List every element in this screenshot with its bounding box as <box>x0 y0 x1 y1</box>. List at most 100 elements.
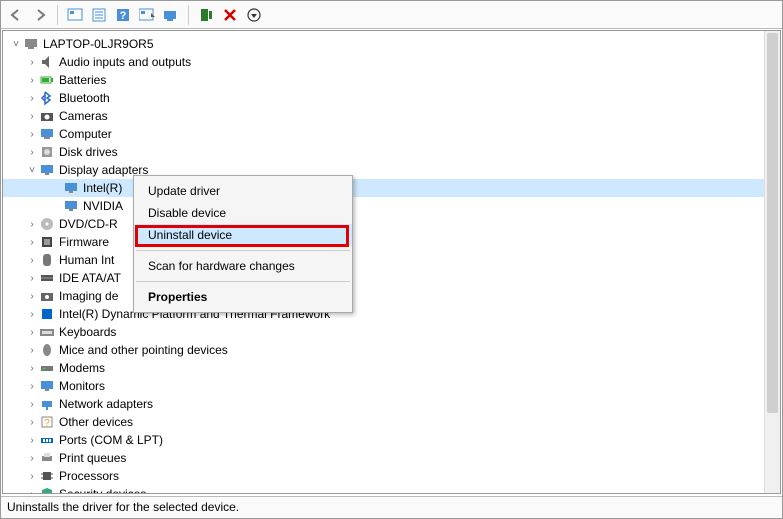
category-node[interactable]: ›Network adapters <box>3 395 764 413</box>
category-node[interactable]: › Processors <box>3 467 764 485</box>
category-node[interactable]: ›Ports (COM & LPT) <box>3 431 764 449</box>
update-driver-button[interactable] <box>160 4 182 26</box>
category-node[interactable]: › Human Int <box>3 251 764 269</box>
category-node[interactable]: › Bluetooth <box>3 89 764 107</box>
category-node[interactable]: › Keyboards <box>3 323 764 341</box>
tree-item-label: Keyboards <box>59 325 116 339</box>
category-node[interactable]: ˅Display adapters <box>3 161 764 179</box>
display-icon <box>63 180 79 196</box>
category-node[interactable]: › IDE ATA/AT <box>3 269 764 287</box>
context-menu-item[interactable]: Update driver <box>134 180 352 202</box>
expand-toggle[interactable]: › <box>25 147 39 158</box>
expand-toggle[interactable]: › <box>25 399 39 410</box>
tree-item-label: Firmware <box>59 235 109 249</box>
context-menu-item[interactable]: Scan for hardware changes <box>134 255 352 277</box>
tree-item-label: Computer <box>59 127 112 141</box>
disk-icon <box>39 144 55 160</box>
expand-toggle[interactable]: › <box>25 327 39 338</box>
status-bar: Uninstalls the driver for the selected d… <box>1 496 782 518</box>
category-node[interactable]: ›Intel(R) Dynamic Platform and Thermal F… <box>3 305 764 323</box>
show-hidden-button[interactable] <box>64 4 86 26</box>
forward-button[interactable] <box>29 4 51 26</box>
cpu-icon <box>39 468 55 484</box>
expand-toggle[interactable]: › <box>25 129 39 140</box>
tree-item-label: Processors <box>59 469 119 483</box>
expand-toggle[interactable]: › <box>25 57 39 68</box>
hid-icon <box>39 252 55 268</box>
expand-toggle[interactable]: › <box>25 219 39 230</box>
category-node[interactable]: › Imaging de <box>3 287 764 305</box>
context-menu: Update driverDisable deviceUninstall dev… <box>133 175 353 313</box>
category-node[interactable]: ›Print queues <box>3 449 764 467</box>
display-icon <box>63 198 79 214</box>
context-menu-item[interactable]: Uninstall device <box>134 224 352 246</box>
expand-toggle[interactable]: › <box>25 363 39 374</box>
category-node[interactable]: › Firmware <box>3 233 764 251</box>
uninstall-button[interactable] <box>219 4 241 26</box>
view-button[interactable] <box>136 4 158 26</box>
expand-toggle[interactable]: › <box>25 309 39 320</box>
bt-icon <box>39 90 55 106</box>
category-node[interactable]: ›Modems <box>3 359 764 377</box>
category-node[interactable]: ›?Other devices <box>3 413 764 431</box>
expand-toggle[interactable]: › <box>25 255 39 266</box>
properties-button[interactable] <box>88 4 110 26</box>
back-button[interactable] <box>5 4 27 26</box>
device-node[interactable]: NVIDIA <box>3 197 764 215</box>
expand-toggle[interactable]: › <box>25 417 39 428</box>
category-node[interactable]: › Monitors <box>3 377 764 395</box>
category-node[interactable]: ›Security devices <box>3 485 764 493</box>
expand-toggle[interactable]: › <box>25 489 39 494</box>
category-node[interactable]: ›Mice and other pointing devices <box>3 341 764 359</box>
category-node[interactable]: ›DVD/CD-R <box>3 215 764 233</box>
expand-toggle[interactable]: › <box>25 237 39 248</box>
expand-toggle[interactable]: › <box>25 435 39 446</box>
expand-toggle[interactable]: ˅ <box>25 165 39 176</box>
expand-toggle[interactable]: › <box>25 345 39 356</box>
category-node[interactable]: ›Audio inputs and outputs <box>3 53 764 71</box>
scrollbar-thumb[interactable] <box>767 33 778 413</box>
expand-toggle[interactable]: › <box>25 273 39 284</box>
status-text: Uninstalls the driver for the selected d… <box>7 500 239 514</box>
expand-toggle[interactable]: › <box>25 291 39 302</box>
device-tree[interactable]: ˅LAPTOP-0LJR9OR5›Audio inputs and output… <box>3 31 764 493</box>
category-node[interactable]: › Computer <box>3 125 764 143</box>
battery-icon <box>39 72 55 88</box>
tree-item-label: Human Int <box>59 253 114 267</box>
vertical-scrollbar[interactable] <box>764 31 780 493</box>
context-menu-separator <box>136 250 350 251</box>
category-node[interactable]: ›Batteries <box>3 71 764 89</box>
dvd-icon <box>39 216 55 232</box>
context-menu-item[interactable]: Properties <box>134 286 352 308</box>
monitor-icon <box>39 378 55 394</box>
expand-toggle[interactable]: › <box>25 381 39 392</box>
port-icon <box>39 432 55 448</box>
more-actions-button[interactable] <box>243 4 265 26</box>
category-node[interactable]: › Disk drives <box>3 143 764 161</box>
tree-item-label: Disk drives <box>59 145 118 159</box>
modem-icon <box>39 360 55 376</box>
pc-icon <box>23 36 39 52</box>
expand-toggle[interactable]: ˅ <box>9 39 23 50</box>
ide-icon <box>39 270 55 286</box>
expand-toggle[interactable]: › <box>25 453 39 464</box>
tree-item-label: IDE ATA/AT <box>59 271 121 285</box>
context-menu-item[interactable]: Disable device <box>134 202 352 224</box>
tree-item-label: Imaging de <box>59 289 118 303</box>
scan-hardware-button[interactable] <box>195 4 217 26</box>
tree-item-label: Bluetooth <box>59 91 110 105</box>
display-icon <box>39 162 55 178</box>
firmware-icon <box>39 234 55 250</box>
category-node[interactable]: › Cameras <box>3 107 764 125</box>
svg-text:?: ? <box>44 418 50 429</box>
tree-item-label: Cameras <box>59 109 108 123</box>
tree-item-label: Monitors <box>59 379 105 393</box>
expand-toggle[interactable]: › <box>25 75 39 86</box>
expand-toggle[interactable]: › <box>25 93 39 104</box>
device-node[interactable]: Intel(R) <box>3 179 764 197</box>
expand-toggle[interactable]: › <box>25 111 39 122</box>
root-node[interactable]: ˅LAPTOP-0LJR9OR5 <box>3 35 764 53</box>
camera-icon <box>39 108 55 124</box>
help-button[interactable]: ? <box>112 4 134 26</box>
expand-toggle[interactable]: › <box>25 471 39 482</box>
